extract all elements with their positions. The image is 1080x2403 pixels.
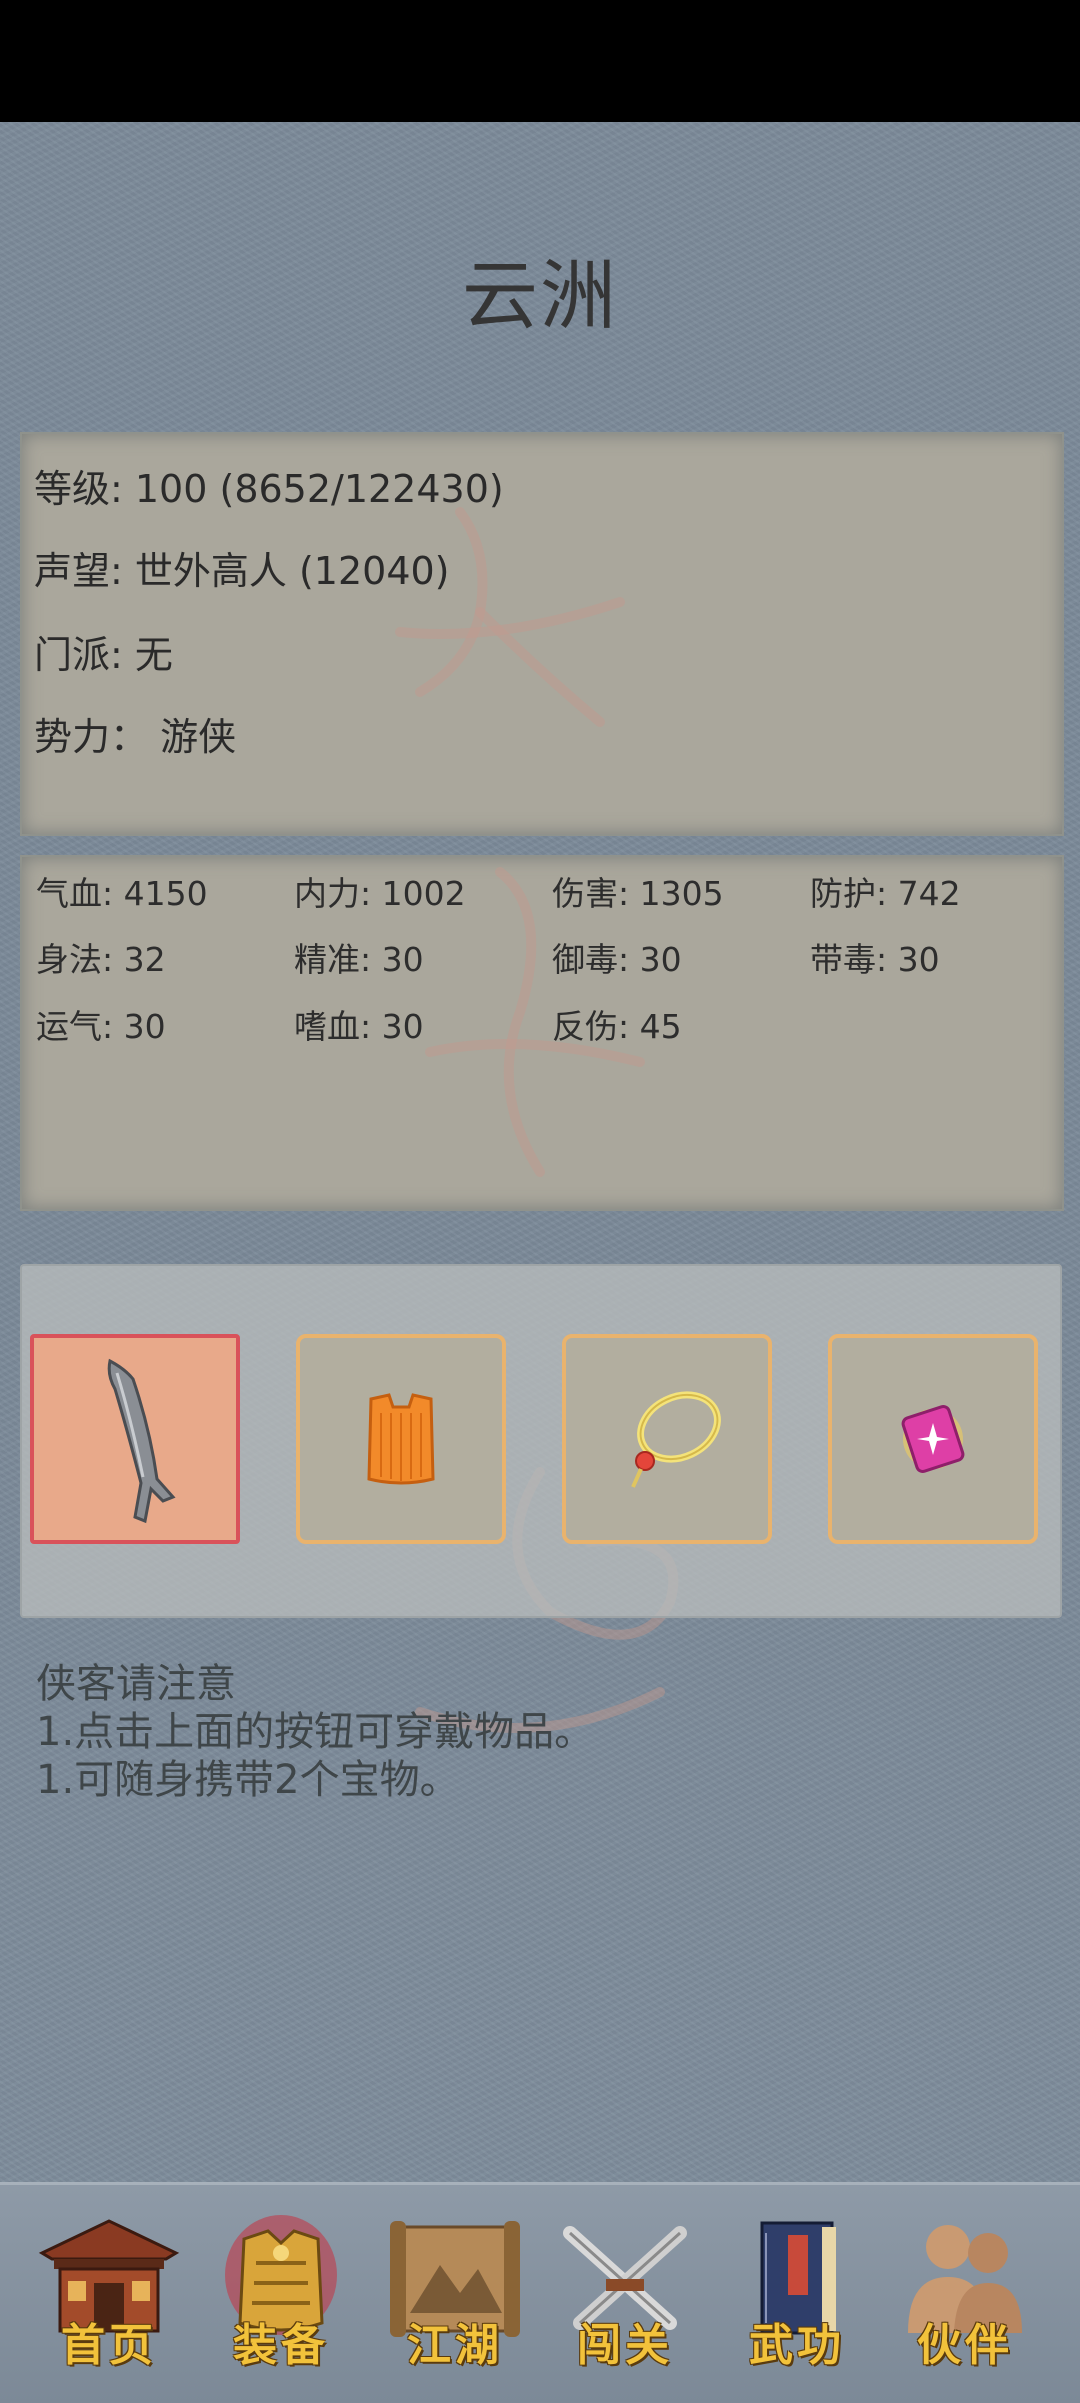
- nav-equipment-label: 装备: [233, 2320, 329, 2371]
- equipment-slots-panel: [20, 1264, 1062, 1618]
- stat-poison: 带毒: 30: [810, 940, 940, 979]
- nav-martial-arts-label: 武功: [749, 2320, 845, 2371]
- nav-jianghu-label: 江湖: [407, 2320, 503, 2371]
- faction-text: 势力： 游侠: [34, 715, 237, 759]
- nav-companions[interactable]: 伙伴: [890, 2213, 1040, 2373]
- stat-inner-power: 内力: 1002: [294, 874, 466, 913]
- stat-poison-resist: 御毒: 30: [552, 940, 682, 979]
- nav-home[interactable]: 首页: [34, 2213, 184, 2373]
- nav-home-label: 首页: [61, 2320, 157, 2371]
- sect-text: 门派: 无: [34, 633, 173, 677]
- nav-challenge-label: 闯关: [577, 2320, 673, 2371]
- equip-slot-weapon[interactable]: [30, 1334, 240, 1544]
- stat-accuracy: 精准: 30: [294, 940, 424, 979]
- broadsword-icon: [107, 1358, 176, 1524]
- nav-jianghu[interactable]: 江湖: [380, 2213, 530, 2373]
- notice-text: 侠客请注意 1.点击上面的按钮可穿戴物品。 1.可随身携带2个宝物。: [36, 1660, 594, 1804]
- notice-line-1: 1.点击上面的按钮可穿戴物品。: [36, 1709, 595, 1755]
- equipment-screen: 云洲 等级: 100 (8652/122430) 声望: 世外高人 (12040…: [0, 122, 1080, 2403]
- character-info-panel: 等级: 100 (8652/122430) 声望: 世外高人 (12040) 门…: [20, 432, 1064, 836]
- stat-agility: 身法: 32: [36, 940, 166, 979]
- status-bar: [0, 0, 1080, 122]
- level-text: 等级: 100 (8652/122430): [34, 467, 504, 511]
- nav-martial-arts[interactable]: 武功: [722, 2213, 872, 2373]
- pink-gem-icon: [901, 1405, 965, 1473]
- stat-damage: 伤害: 1305: [552, 874, 724, 913]
- attributes-panel: 气血: 4150 内力: 1002 伤害: 1305 防护: 742 身法: 3…: [20, 855, 1064, 1211]
- page-title: 云洲: [462, 251, 618, 340]
- stat-hp: 气血: 4150: [36, 874, 208, 913]
- equip-slot-armor[interactable]: [296, 1334, 506, 1544]
- nav-companions-label: 伙伴: [917, 2320, 1013, 2371]
- orange-armor-icon: [367, 1393, 435, 1485]
- notice-heading: 侠客请注意: [36, 1661, 236, 1707]
- bottom-navigation: 首页 装备 江湖 闯关 武功 伙伴: [0, 2182, 1080, 2403]
- necklace-icon: [631, 1391, 721, 1488]
- stat-luck: 运气: 30: [36, 1007, 166, 1046]
- stat-defense: 防护: 742: [810, 874, 961, 913]
- nav-equipment[interactable]: 装备: [206, 2213, 356, 2373]
- equip-slot-necklace[interactable]: [562, 1334, 772, 1544]
- reputation-text: 声望: 世外高人 (12040): [34, 549, 450, 593]
- stat-reflect: 反伤: 45: [552, 1007, 682, 1046]
- equip-slot-treasure[interactable]: [828, 1334, 1038, 1544]
- stat-lifesteal: 嗜血: 30: [294, 1007, 424, 1046]
- notice-line-2: 1.可随身携带2个宝物。: [36, 1757, 460, 1803]
- nav-challenge[interactable]: 闯关: [550, 2213, 700, 2373]
